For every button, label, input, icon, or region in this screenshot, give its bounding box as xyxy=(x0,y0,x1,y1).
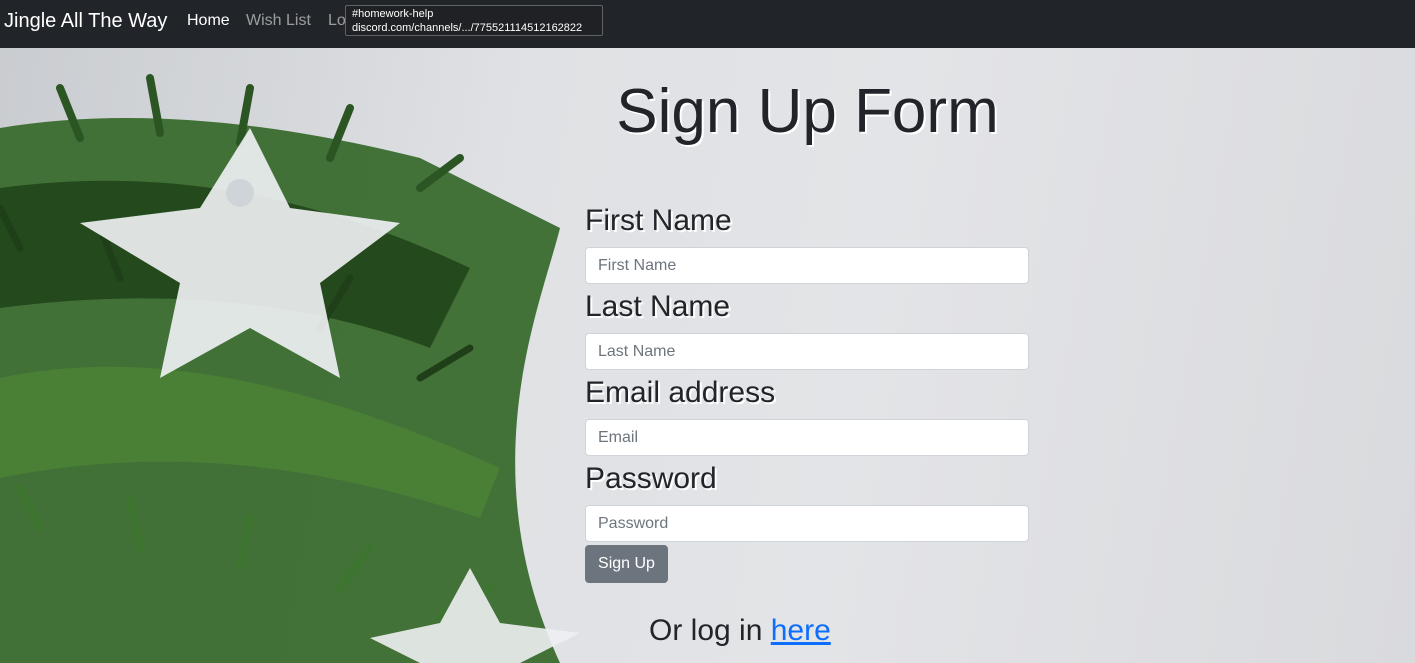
nav-link-login[interactable]: Lo xyxy=(328,10,346,32)
pine-branch-icon xyxy=(0,74,560,663)
password-input[interactable] xyxy=(585,505,1029,542)
login-prompt: Or log in here xyxy=(649,612,831,650)
page-title: Sign Up Form xyxy=(616,77,999,146)
email-input[interactable] xyxy=(585,419,1029,456)
nav-link-wish-list[interactable]: Wish List xyxy=(246,10,311,32)
last-name-label: Last Name xyxy=(585,290,731,323)
login-prompt-text: Or log in xyxy=(649,614,771,647)
tooltip-url: discord.com/channels/.../775521114512162… xyxy=(352,22,583,34)
tooltip-title: #homework-help xyxy=(352,8,434,20)
first-name-label: First Name xyxy=(585,204,732,237)
navbar: Jingle All The Way Home Wish List Lo #ho… xyxy=(0,0,1415,48)
last-name-input[interactable] xyxy=(585,333,1029,370)
link-hover-tooltip: #homework-help discord.com/channels/.../… xyxy=(345,5,603,36)
hero-background: Sign Up Form First Name Last Name Email … xyxy=(0,48,1415,663)
first-name-input[interactable] xyxy=(585,247,1029,284)
brand-link[interactable]: Jingle All The Way xyxy=(4,8,167,34)
email-label: Email address xyxy=(585,376,776,409)
nav-link-home[interactable]: Home xyxy=(187,10,230,32)
sign-up-button[interactable]: Sign Up xyxy=(585,545,668,583)
password-label: Password xyxy=(585,462,717,495)
login-here-link[interactable]: here xyxy=(771,614,831,647)
